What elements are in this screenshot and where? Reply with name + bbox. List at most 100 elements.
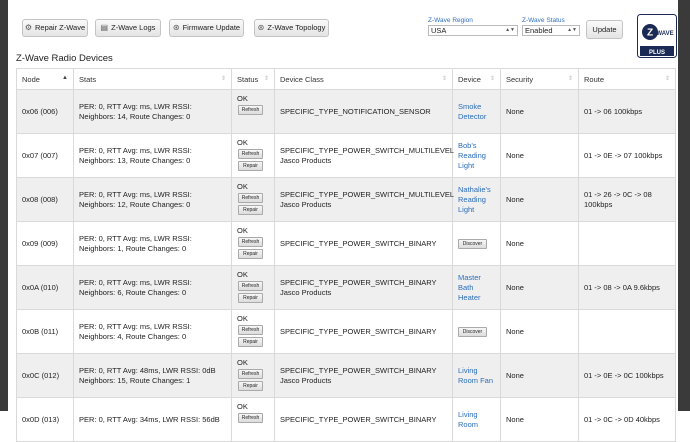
wrench-icon: ⚙ <box>24 23 32 32</box>
table-row: 0x07 (007) PER: 0, RTT Avg: ms, LWR RSSI… <box>16 133 676 178</box>
device-link[interactable]: Living Room <box>452 397 501 442</box>
device-link[interactable]: Smoke Detector <box>452 89 501 134</box>
stats-cell: PER: 0, RTT Avg: ms, LWR RSSI: Neighbors:… <box>73 265 232 310</box>
discover-button[interactable]: Discover <box>458 239 487 249</box>
repair-button[interactable]: Repair <box>238 205 263 215</box>
repair-button[interactable]: Repair <box>238 293 263 303</box>
zwave-topology-button[interactable]: ⊛ Z-Wave Topology <box>254 19 329 37</box>
status-cell: OK Refresh Repair <box>231 221 275 266</box>
security-cell: None <box>500 353 579 398</box>
device-cell: Discover <box>452 221 501 266</box>
window-edge-right <box>678 0 690 411</box>
column-header-node[interactable]: Node ▲ <box>16 68 74 90</box>
status-cell: OK Refresh Repair <box>231 309 275 354</box>
refresh-button[interactable]: Refresh <box>238 237 263 247</box>
region-select[interactable]: USA ▲▼ <box>428 25 518 36</box>
table-row: 0x0B (011) PER: 0, RTT Avg: ms, LWR RSSI… <box>16 309 676 354</box>
route-cell <box>578 221 676 266</box>
device-class-cell: SPECIFIC_TYPE_POWER_SWITCH_BINARY <box>274 309 453 354</box>
route-cell: 01 -> 0C -> 0D 40kbps <box>578 397 676 442</box>
window-edge-left <box>0 0 8 411</box>
refresh-button[interactable]: Refresh <box>238 105 263 115</box>
refresh-button[interactable]: Refresh <box>238 325 263 335</box>
stats-cell: PER: 0, RTT Avg: ms, LWR RSSI: Neighbors:… <box>73 133 232 178</box>
table-row: 0x08 (008) PER: 0, RTT Avg: ms, LWR RSSI… <box>16 177 676 222</box>
firmware-update-button[interactable]: ⊛ Firmware Update <box>169 19 244 37</box>
status-select[interactable]: Enabled ▲▼ <box>522 25 580 36</box>
column-header-stats[interactable]: Stats ⇕ <box>73 68 232 90</box>
refresh-button[interactable]: Refresh <box>238 369 263 379</box>
stats-cell: PER: 0, RTT Avg: ms, LWR RSSI: Neighbors:… <box>73 221 232 266</box>
device-link[interactable]: Nathalie's Reading Light <box>452 177 501 222</box>
node-cell: 0x08 (008) <box>16 177 74 222</box>
stats-cell: PER: 0, RTT Avg: 34ms, LWR RSSI: 56dB <box>73 397 232 442</box>
route-cell <box>578 309 676 354</box>
column-header-security[interactable]: Security ⇕ <box>500 68 579 90</box>
update-button[interactable]: Update <box>586 20 623 39</box>
sort-icon: ⇕ <box>220 76 226 82</box>
repair-button[interactable]: Repair <box>238 381 263 391</box>
node-cell: 0x07 (007) <box>16 133 74 178</box>
node-cell: 0x0B (011) <box>16 309 74 354</box>
table-row: 0x0A (010) PER: 0, RTT Avg: ms, LWR RSSI… <box>16 265 676 310</box>
security-cell: None <box>500 397 579 442</box>
topology-icon: ⊛ <box>257 23 265 32</box>
column-header-device-class[interactable]: Device Class ⇕ <box>274 68 453 90</box>
zwave-logs-button[interactable]: ▤ Z-Wave Logs <box>95 19 161 37</box>
discover-button[interactable]: Discover <box>458 327 487 337</box>
table-header-row: Node ▲ Stats ⇕ Status ⇕ Device Class ⇕ Devic… <box>16 68 676 90</box>
repair-button[interactable]: Repair <box>238 249 263 259</box>
device-link[interactable]: Living Room Fan <box>452 353 501 398</box>
logo-plus: PLUS <box>649 50 665 56</box>
status-cell: OK Refresh Repair <box>231 177 275 222</box>
node-cell: 0x06 (006) <box>16 89 74 134</box>
status-cell: OK Refresh Repair <box>231 353 275 398</box>
region-label: Z-Wave Region <box>428 17 473 24</box>
stats-cell: PER: 0, RTT Avg: ms, LWR RSSI: Neighbors:… <box>73 89 232 134</box>
security-cell: None <box>500 133 579 178</box>
device-class-cell: SPECIFIC_TYPE_POWER_SWITCH_BINARY Jasco P… <box>274 265 453 310</box>
refresh-button[interactable]: Refresh <box>238 193 263 203</box>
device-link[interactable]: Bob's Reading Light <box>452 133 501 178</box>
refresh-button[interactable]: Refresh <box>238 149 263 159</box>
table-row: 0x0D (013) PER: 0, RTT Avg: 34ms, LWR RS… <box>16 397 676 442</box>
device-class-cell: SPECIFIC_TYPE_POWER_SWITCH_MULTILEVEL Jas… <box>274 177 454 222</box>
status-label: Z-Wave Status <box>522 17 565 24</box>
security-cell: None <box>500 265 579 310</box>
sort-icon: ⇕ <box>263 76 269 82</box>
table-row: 0x0C (012) PER: 0, RTT Avg: 48ms, LWR RS… <box>16 353 676 398</box>
status-cell: OK Refresh Repair <box>231 133 275 178</box>
device-cell: Discover <box>452 309 501 354</box>
stats-cell: PER: 0, RTT Avg: 48ms, LWR RSSI: 0dB Neig… <box>73 353 232 398</box>
repair-button[interactable]: Repair <box>238 161 263 171</box>
node-cell: 0x0C (012) <box>16 353 74 398</box>
node-cell: 0x09 (009) <box>16 221 74 266</box>
security-cell: None <box>500 309 579 354</box>
route-cell: 01 -> 26 -> 0C -> 08 100kbps <box>578 177 676 222</box>
sort-icon: ⇕ <box>441 76 447 82</box>
device-class-cell: SPECIFIC_TYPE_NOTIFICATION_SENSOR <box>274 89 453 134</box>
sort-icon: ⇕ <box>489 76 495 82</box>
security-cell: None <box>500 177 579 222</box>
column-header-device[interactable]: Device ⇕ <box>452 68 501 90</box>
security-cell: None <box>500 89 579 134</box>
repair-button[interactable]: Repair <box>238 337 263 347</box>
sort-asc-icon: ▲ <box>62 75 68 81</box>
device-link[interactable]: Master Bath Heater <box>452 265 501 310</box>
devices-table: Node ▲ Stats ⇕ Status ⇕ Device Class ⇕ Devic… <box>16 68 676 442</box>
stats-cell: PER: 0, RTT Avg: ms, LWR RSSI: Neighbors:… <box>73 177 232 222</box>
refresh-button[interactable]: Refresh <box>238 281 263 291</box>
status-cell: OK Refresh <box>231 89 275 134</box>
device-class-cell: SPECIFIC_TYPE_POWER_SWITCH_MULTILEVEL Jas… <box>274 133 454 178</box>
select-arrows-icon: ▲▼ <box>505 27 515 33</box>
stats-cell: PER: 0, RTT Avg: ms, LWR RSSI: Neighbors:… <box>73 309 232 354</box>
repair-zwave-button[interactable]: ⚙ Repair Z-Wave <box>22 19 88 37</box>
security-cell: None <box>500 221 579 266</box>
column-header-route[interactable]: Route ⇕ <box>578 68 676 90</box>
route-cell: 01 -> 0E -> 0C 100kbps <box>578 353 676 398</box>
device-class-cell: SPECIFIC_TYPE_POWER_SWITCH_BINARY <box>274 397 453 442</box>
sort-icon: ⇕ <box>664 76 670 82</box>
column-header-status[interactable]: Status ⇕ <box>231 68 275 90</box>
refresh-button[interactable]: Refresh <box>238 413 263 423</box>
route-cell: 01 -> 06 100kbps <box>578 89 676 134</box>
